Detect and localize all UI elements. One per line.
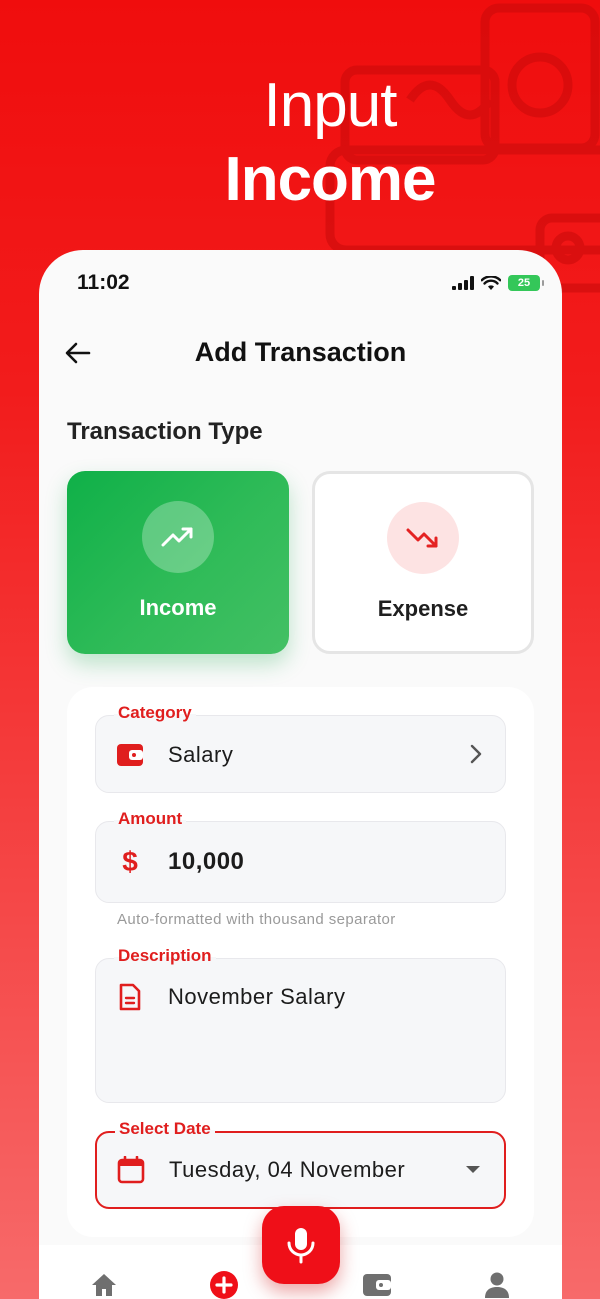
back-button[interactable] (63, 338, 93, 368)
promo-line-2: Income (224, 145, 436, 214)
promo-line-1: Input (263, 71, 398, 140)
mic-icon (287, 1228, 315, 1264)
trending-up-icon (161, 527, 193, 547)
arrow-left-icon (65, 342, 91, 364)
amount-label: Amount (114, 809, 187, 829)
income-label: Income (139, 595, 217, 620)
person-icon (485, 1272, 509, 1298)
calendar-icon (117, 1156, 145, 1184)
nav-profile[interactable] (481, 1269, 513, 1299)
status-time: 11:02 (77, 271, 130, 294)
signal-icon (452, 276, 474, 290)
category-select[interactable]: Category Salary (95, 703, 506, 793)
amount-value: 10,000 (168, 848, 245, 875)
category-value: Salary (168, 742, 234, 767)
promo-headline: Input Income (0, 70, 600, 218)
home-icon (92, 1274, 116, 1296)
wallet-icon (363, 1274, 391, 1296)
nav-wallet[interactable] (361, 1269, 393, 1299)
description-value: November Salary (168, 984, 346, 1009)
transaction-form: Category Salary Amount $ 10,000 Auto-for… (67, 687, 534, 1237)
trending-down-icon (406, 528, 438, 548)
amount-field[interactable]: Amount $ 10,000 (95, 809, 506, 903)
date-label: Select Date (115, 1119, 215, 1139)
wallet-icon (116, 741, 144, 769)
nav-add[interactable] (208, 1269, 240, 1299)
transaction-type-title: Transaction Type (67, 418, 263, 445)
document-icon (116, 983, 144, 1011)
expense-label: Expense (377, 596, 469, 621)
wifi-icon (481, 275, 501, 290)
expense-icon-circle (387, 502, 459, 574)
category-label: Category (114, 703, 196, 723)
nav-home[interactable] (88, 1269, 120, 1299)
voice-input-button[interactable] (262, 1206, 340, 1284)
amount-helper-text: Auto-formatted with thousand separator (117, 911, 396, 928)
dropdown-arrow-icon (466, 1166, 480, 1173)
app-bar: Add Transaction (39, 330, 562, 374)
date-select[interactable]: Select Date Tuesday, 04 November (95, 1119, 506, 1209)
phone-frame: 11:02 25 Add Transaction Transaction Typ… (39, 250, 562, 1299)
dollar-icon: $ (122, 846, 138, 877)
income-icon-circle (142, 501, 214, 573)
status-bar: 11:02 25 (77, 268, 544, 298)
date-value: Tuesday, 04 November (169, 1157, 406, 1182)
description-label: Description (114, 946, 216, 966)
description-field[interactable]: Description November Salary (95, 946, 506, 1103)
expense-type-button[interactable]: Expense (312, 471, 534, 654)
status-icons: 25 (452, 275, 544, 291)
chevron-right-icon (470, 744, 482, 764)
page-title: Add Transaction (194, 336, 407, 367)
battery-icon: 25 (508, 275, 544, 291)
add-circle-icon (210, 1271, 238, 1299)
income-type-button[interactable]: Income (67, 471, 289, 654)
